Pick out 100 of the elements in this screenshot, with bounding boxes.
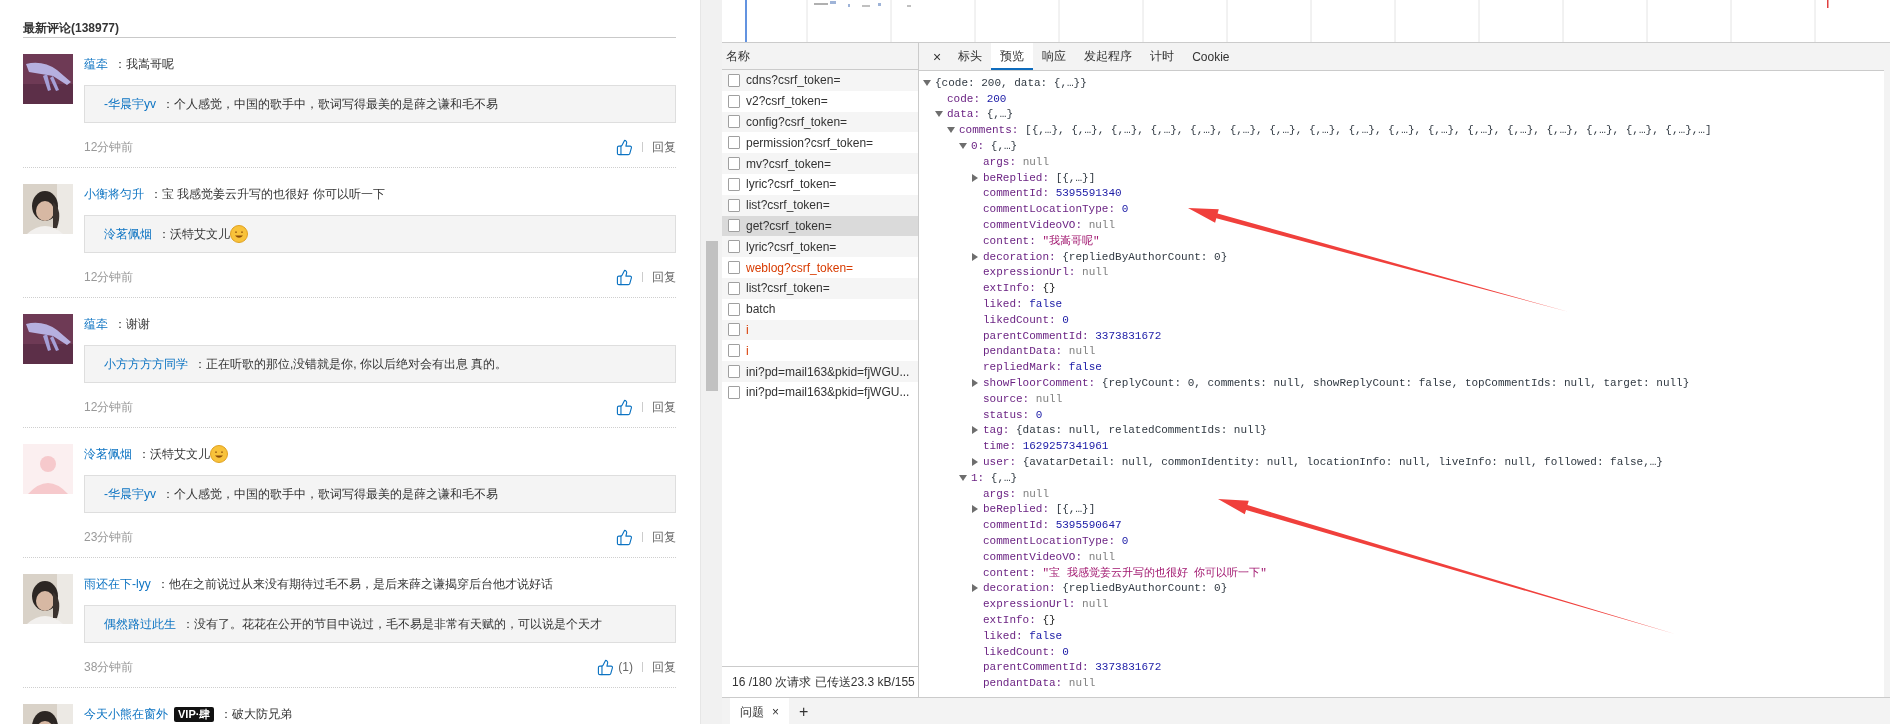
file-icon: [728, 219, 740, 233]
user-link[interactable]: 泠茗佩烟: [84, 447, 132, 461]
reply-link[interactable]: 回复: [652, 398, 676, 416]
property-line: args: null: [983, 487, 1050, 500]
property-line: data: {,…}: [947, 108, 1014, 121]
request-row[interactable]: get?csrf_token=: [722, 215, 918, 237]
request-row[interactable]: lyric?csrf_token=: [722, 236, 918, 258]
property-line: likedCount: 0: [983, 645, 1069, 658]
property-line: expressionUrl: null: [983, 266, 1109, 279]
request-row[interactable]: list?csrf_token=: [722, 277, 918, 299]
property-line: commentId: 5395590647: [983, 519, 1122, 532]
property-line: args: null: [983, 155, 1050, 168]
reply-text: ：个人感觉，中国的歌手中，歌词写得最美的是薛之谦和毛不易: [162, 487, 498, 501]
file-icon: [728, 281, 740, 295]
smiley-icon: [230, 225, 248, 243]
tab[interactable]: 响应: [1033, 43, 1076, 70]
property-line: beReplied: [{,…}]: [983, 171, 1096, 184]
request-row[interactable]: mv?csrf_token=: [722, 153, 918, 174]
expanded-triangle-icon[interactable]: [959, 142, 967, 151]
user-link[interactable]: -华晨宇yv: [104, 97, 156, 111]
drawer-tab[interactable]: 问题 ×: [730, 698, 789, 724]
default-avatar-icon: [23, 444, 73, 494]
property-line: status: 0: [983, 408, 1043, 421]
property-line: pendantData: null: [983, 345, 1096, 358]
user-link[interactable]: 蕴牵: [84, 317, 108, 331]
collapsed-triangle-icon[interactable]: [971, 173, 979, 182]
reply-link[interactable]: 回复: [652, 528, 676, 546]
property-line: extInfo: {}: [983, 282, 1056, 295]
property-line: likedCount: 0: [983, 313, 1069, 326]
reply-link[interactable]: 回复: [652, 658, 676, 676]
collapsed-triangle-icon[interactable]: [971, 426, 979, 435]
property-line: parentCommentId: 3373831672: [983, 661, 1162, 674]
reply-text: ：正在听歌的那位,没错就是你, 你以后绝对会有出息 真的。: [194, 357, 508, 371]
comment-text: ：他在之前说过从来没有期待过毛不易，是后来薛之谦揭穿后台他才说好话: [156, 577, 553, 591]
add-tab-button[interactable]: +: [789, 698, 819, 724]
file-icon: [728, 198, 740, 212]
reply-text: ：沃特艾文儿: [158, 227, 230, 241]
property-line: source: null: [983, 392, 1063, 405]
property-line: showFloorComment: {replyCount: 0, comments: null, showReplyCount: false, topCommentIds: null, target: null}: [983, 377, 1690, 390]
collapsed-triangle-icon[interactable]: [971, 379, 979, 388]
tab[interactable]: 计时: [1141, 43, 1184, 70]
property-line: expressionUrl: null: [983, 598, 1109, 611]
expanded-triangle-icon[interactable]: [923, 78, 931, 87]
request-row[interactable]: cdns?csrf_token=: [722, 70, 918, 91]
request-row[interactable]: i: [722, 319, 918, 341]
collapsed-triangle-icon[interactable]: [971, 252, 979, 261]
thumbs-up-icon[interactable]: [616, 138, 633, 156]
file-icon: [728, 157, 740, 171]
expanded-triangle-icon[interactable]: [959, 473, 967, 482]
collapsed-triangle-icon[interactable]: [971, 505, 979, 514]
property-line: commentId: 5395591340: [983, 187, 1122, 200]
user-link[interactable]: 小衡将匀升: [84, 187, 144, 201]
file-icon: [728, 323, 740, 337]
property-line: decoration: {repliedByAuthorCount: 0}: [983, 250, 1228, 263]
file-icon: [728, 302, 740, 316]
user-link[interactable]: 偶然路过此生: [104, 617, 176, 631]
property-line: user: {avatarDetail: null, commonIdentity: null, locationInfo: null, liveInfo: null, followed: false,…}: [983, 456, 1663, 468]
user-link[interactable]: 蕴牵: [84, 57, 108, 71]
reply-link[interactable]: 回复: [652, 138, 676, 156]
request-row[interactable]: config?csrf_token=: [722, 111, 918, 133]
comment-text: ：宝 我感觉姜云升写的也很好 你可以听一下: [150, 187, 385, 201]
vip-badge: VIP·肆: [174, 706, 215, 722]
comment-time: 12分钟前: [84, 138, 135, 156]
tab[interactable]: Cookie: [1183, 43, 1239, 70]
file-icon: [728, 136, 740, 150]
property-line: comments: [{,…}, {,…}, {,…}, {,…}, {,…}, {,…}, {,…}, {,…}, {,…}, {,…}, {,…}, {,…}, {,…}, {,…}, {,…}, {,…}, {,…},…]: [959, 124, 1712, 137]
close-button[interactable]: ×: [772, 705, 779, 719]
comment-time: 38分钟前: [84, 658, 135, 676]
expanded-triangle-icon[interactable]: [947, 126, 955, 135]
user-link[interactable]: 雨还在下-lyy: [84, 577, 151, 591]
thumbs-up-icon[interactable]: [616, 398, 633, 416]
file-icon: [728, 94, 740, 108]
request-row[interactable]: ini?pd=mail163&pkid=fjWGU...: [722, 361, 918, 382]
user-link[interactable]: -华晨宇yv: [104, 487, 156, 501]
user-link[interactable]: 今天小熊在窗外: [84, 707, 168, 721]
thumbs-up-icon[interactable]: [616, 268, 633, 286]
property-line: liked: false: [983, 629, 1063, 642]
comment-text: ：谢谢: [114, 317, 150, 331]
page-scrollbar[interactable]: [700, 0, 722, 724]
column-header[interactable]: 名称: [726, 47, 750, 65]
reply-link[interactable]: 回复: [652, 268, 676, 286]
reply-text: ：没有了。花花在公开的节目中说过，毛不易是非常有天赋的，可以说是个天才: [182, 617, 602, 631]
property-line: pendantData: null: [983, 677, 1096, 690]
tab[interactable]: 预览: [991, 43, 1034, 70]
property-line: time: 1629257341961: [983, 440, 1109, 453]
comment-text: ：破大防兄弟: [220, 707, 293, 721]
property-line: code: 200: [947, 92, 1007, 105]
request-row[interactable]: list?csrf_token=: [722, 194, 918, 216]
collapsed-triangle-icon[interactable]: [971, 584, 979, 593]
property-line: content: "宝 我感觉姜云升写的也很好 你可以听一下": [983, 566, 1267, 581]
user-link[interactable]: 泠茗佩烟: [104, 227, 152, 241]
user-link[interactable]: 小方方方方同学: [104, 357, 188, 371]
close-button[interactable]: ×: [925, 43, 950, 70]
expanded-triangle-icon[interactable]: [935, 110, 943, 119]
thumbs-up-icon[interactable]: [616, 528, 633, 546]
tab[interactable]: 标头: [949, 43, 992, 70]
thumbs-up-icon[interactable]: [597, 658, 615, 676]
tab[interactable]: 发起程序: [1075, 43, 1142, 70]
property-line: liked: false: [983, 298, 1063, 311]
collapsed-triangle-icon[interactable]: [971, 458, 979, 466]
